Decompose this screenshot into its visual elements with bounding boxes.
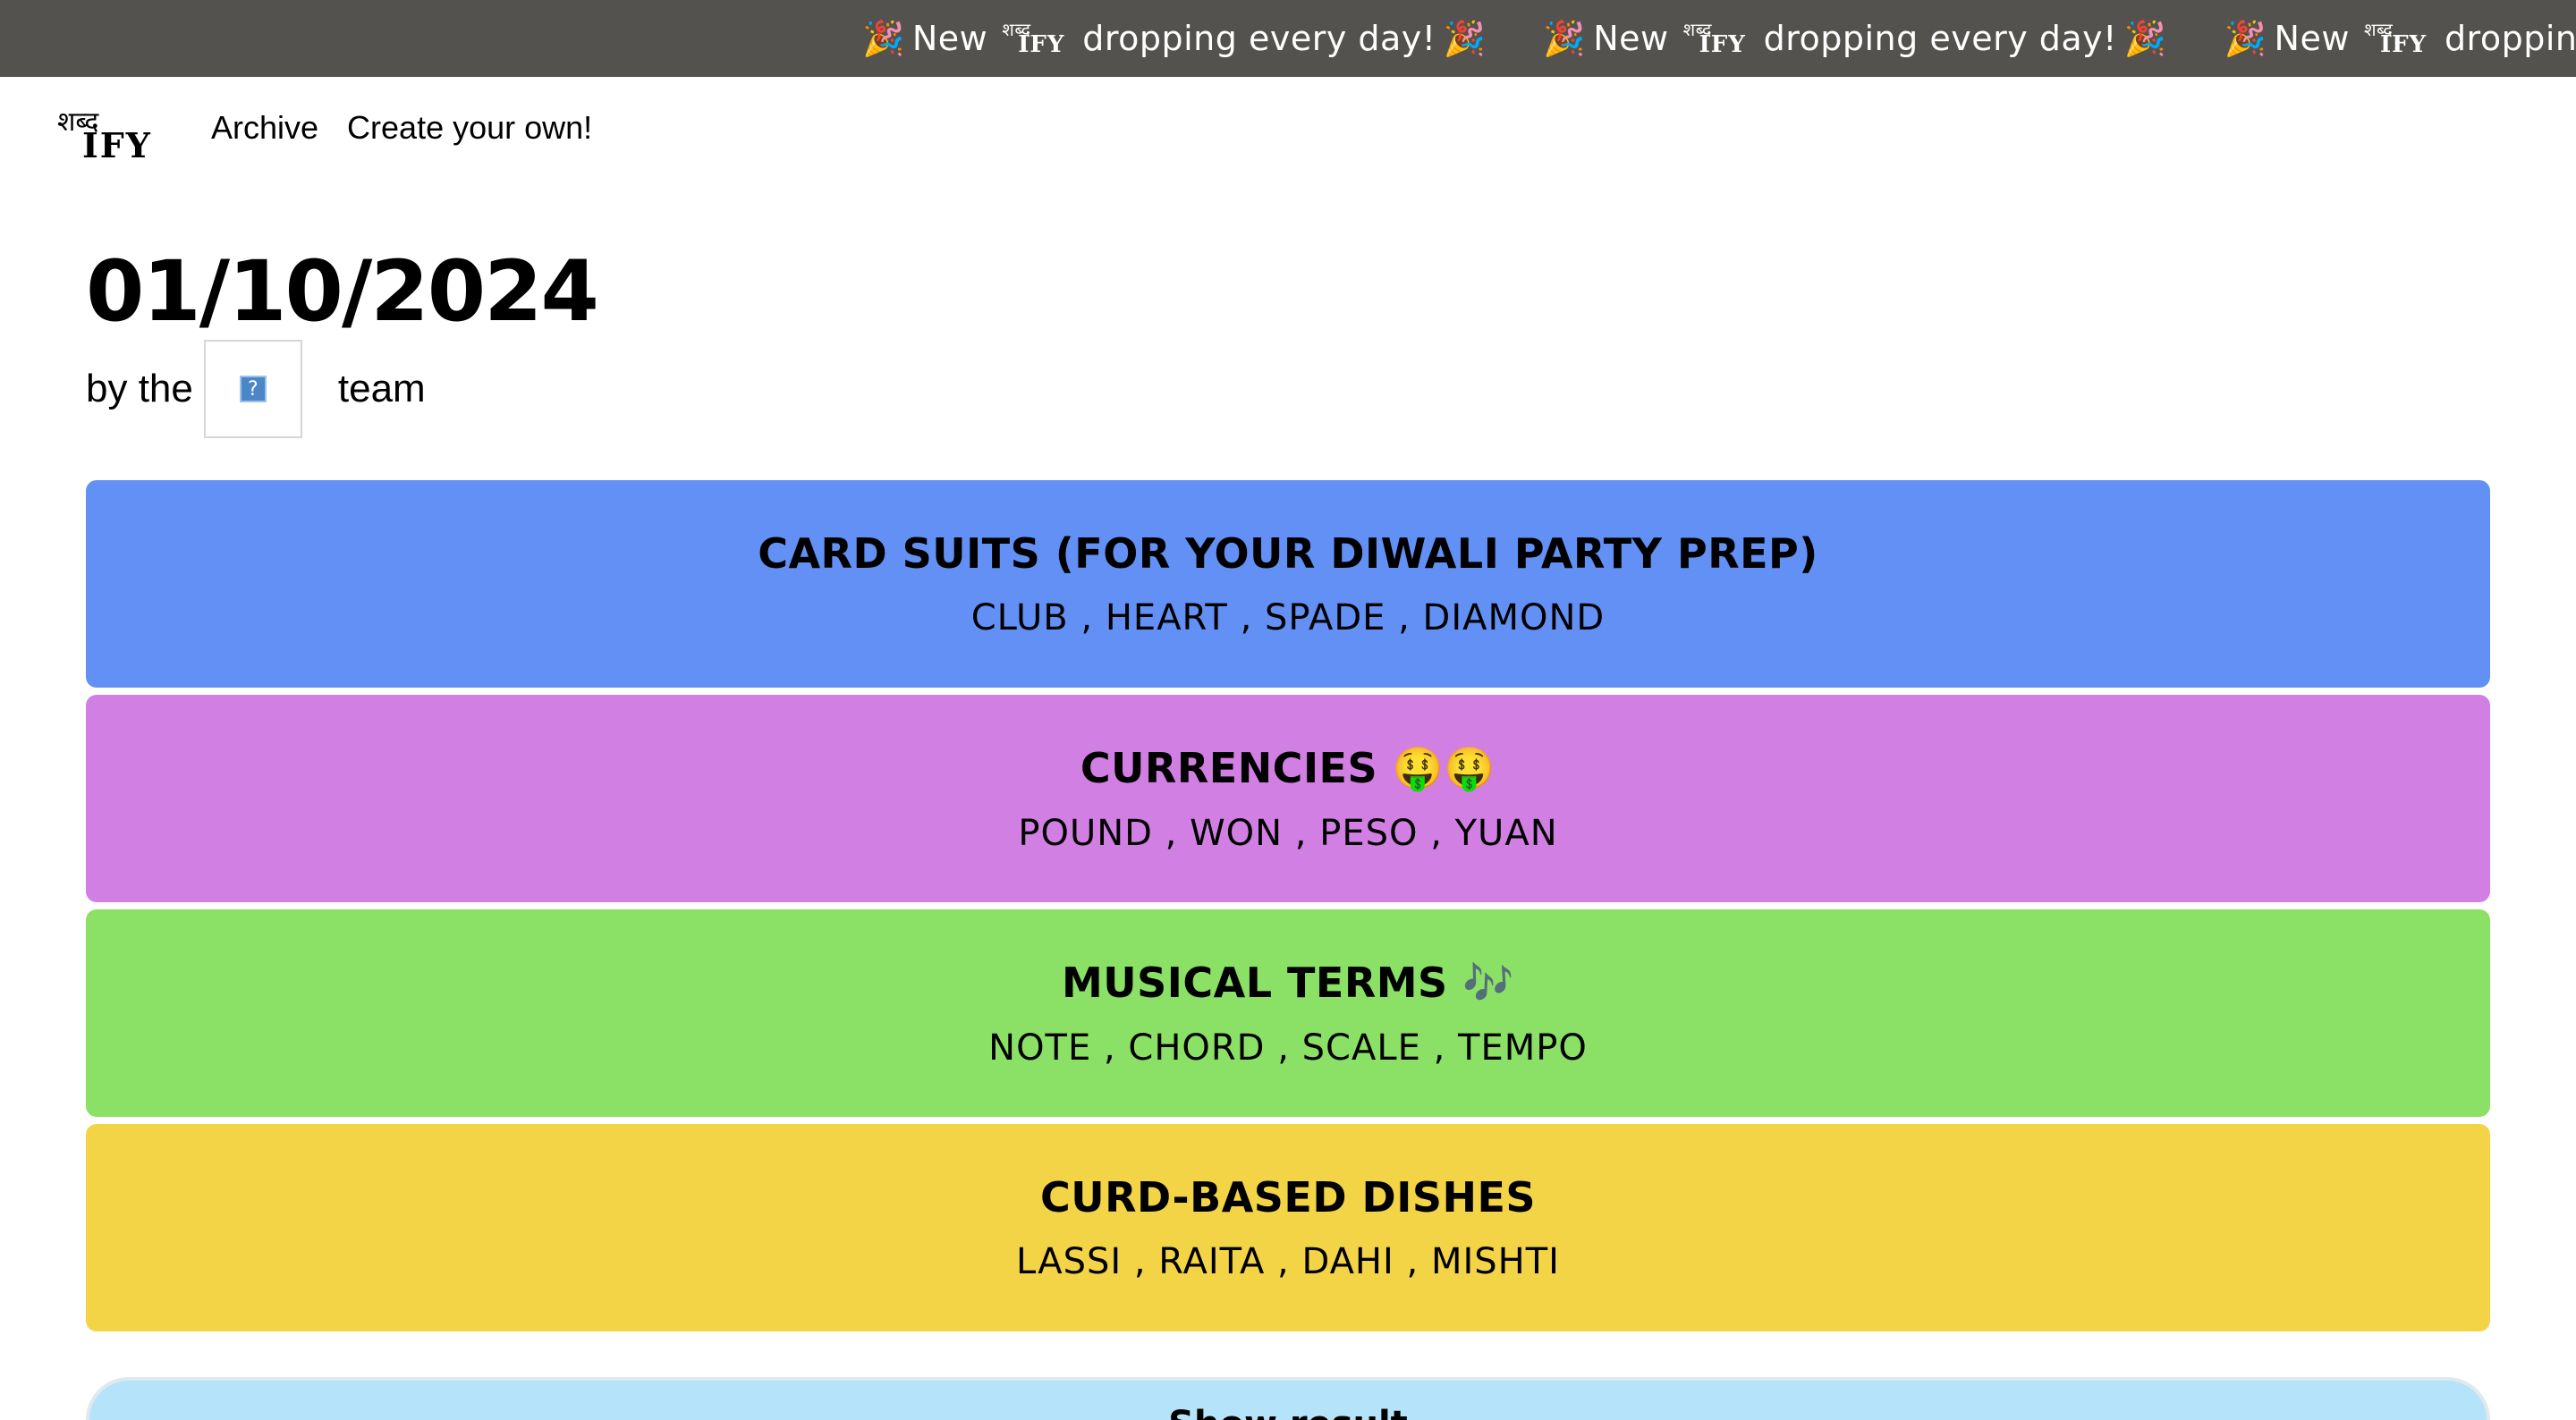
category-card-card-suits: CARD SUITS (FOR YOUR DIWALI PARTY PREP) … [86, 480, 2490, 688]
nav-create-link[interactable]: Create your own! [347, 109, 592, 147]
category-card-musical-terms: MUSICAL TERMS 🎶 NOTE , CHORD , SCALE , T… [86, 909, 2490, 1117]
category-title: CARD SUITS (FOR YOUR DIWALI PARTY PREP) [758, 529, 1818, 578]
logo-ify-text: IFY [82, 125, 152, 165]
category-title: CURRENCIES 🤑🤑 [1080, 743, 1496, 792]
show-result-button[interactable]: Show result [86, 1377, 2490, 1420]
ticker-text-dropping: dropping every day! [1082, 19, 1436, 58]
ticker-item: 🎉 New शब्द IFY dropping every day! 🎉 [2224, 0, 2576, 77]
ticker-text-dropping: dropping every day! [1763, 19, 2117, 58]
ticker-logo-ify: IFY [2379, 31, 2428, 58]
category-card-currencies: CURRENCIES 🤑🤑 POUND , WON , PESO , YUAN [86, 695, 2490, 902]
party-popper-icon: 🎉 [1543, 18, 1587, 58]
category-title: MUSICAL TERMS 🎶 [1062, 958, 1514, 1007]
category-words: CLUB , HEART , SPADE , DIAMOND [970, 597, 1606, 638]
category-words: POUND , WON , PESO , YUAN [1018, 812, 1558, 854]
category-words: LASSI , RAITA , DAHI , MISHTI [1016, 1241, 1560, 1282]
party-popper-icon: 🎉 [2224, 18, 2267, 58]
ticker-text-new: New [2274, 19, 2350, 58]
ticker-item: 🎉 New शब्द IFY dropping every day! 🎉 [862, 0, 1493, 77]
category-card-curd-dishes: CURD-BASED DISHES LASSI , RAITA , DAHI ,… [86, 1124, 2490, 1331]
top-nav: Archive Create your own! [211, 109, 592, 147]
ticker-item: 🎉 New शब्द IFY dropping every day! 🎉 [1543, 0, 2174, 77]
party-popper-icon: 🎉 [2123, 18, 2167, 58]
ticker-text-dropping: dropping every day! [2444, 19, 2576, 58]
byline: by the ? team [86, 340, 426, 438]
party-popper-icon: 🎉 [1443, 18, 1487, 58]
ticker-logo-ify: IFY [1699, 31, 1746, 58]
byline-suffix: team [337, 367, 426, 410]
team-image: ? [203, 340, 302, 438]
byline-prefix: by the [86, 367, 193, 410]
ticker-text-new: New [1593, 19, 1669, 58]
announcement-ticker: 🎉 New शब्द IFY dropping every day! 🎉 🎉 N… [0, 0, 2576, 77]
puzzle-date: 01/10/2024 [86, 243, 599, 341]
ticker-logo-ify: IFY [1018, 31, 1065, 58]
ticker-track: 🎉 New शब्द IFY dropping every day! 🎉 🎉 N… [862, 0, 2576, 77]
show-result-label: Show result [1168, 1404, 1408, 1420]
category-words: NOTE , CHORD , SCALE , TEMPO [988, 1027, 1588, 1069]
party-popper-icon: 🎉 [862, 18, 905, 58]
ticker-text-new: New [911, 19, 988, 58]
broken-image-icon: ? [239, 376, 267, 402]
nav-archive-link[interactable]: Archive [211, 109, 318, 147]
site-logo[interactable]: शब्द IFY [55, 102, 163, 165]
ticker-logo: शब्द IFY [2362, 15, 2432, 62]
category-title: CURD-BASED DISHES [1039, 1173, 1537, 1221]
ticker-logo: शब्द IFY [1682, 15, 1751, 62]
ticker-logo: शब्द IFY [1000, 15, 1070, 62]
